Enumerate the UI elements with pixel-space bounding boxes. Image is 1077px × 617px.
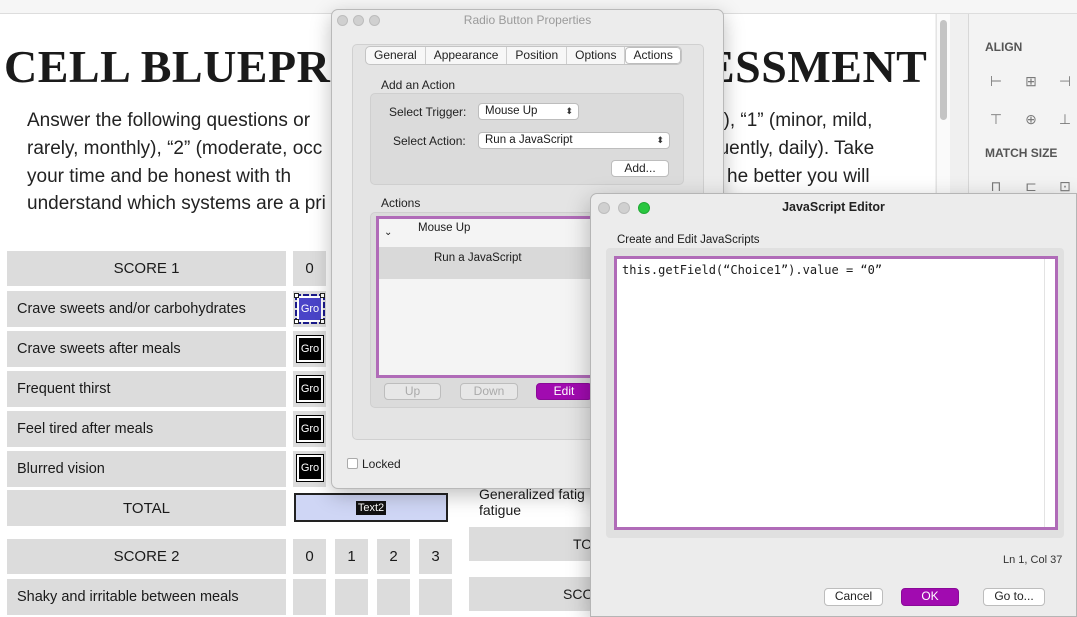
tab-actions[interactable]: Actions [625, 47, 681, 64]
radio-field-3[interactable]: Gro [296, 375, 324, 403]
action-label: Select Action: [393, 134, 466, 148]
scrollbar-thumb[interactable] [940, 20, 947, 120]
locked-checkbox[interactable] [347, 458, 358, 469]
radio-field-4[interactable]: Gro [296, 415, 324, 443]
radio-cell-6b [335, 579, 368, 615]
radio-cell-6c [377, 579, 410, 615]
updown-chevron-icon: ⬍ [565, 106, 573, 116]
total-label: TOTAL [7, 490, 286, 526]
total-text-field[interactable]: Text2 [294, 493, 448, 522]
move-down-button[interactable]: Down [460, 383, 518, 400]
intro-right-1: s), “1” (minor, mild, [714, 110, 873, 131]
resize-handle[interactable] [294, 319, 299, 324]
match-size-heading: MATCH SIZE [985, 146, 1058, 160]
resize-handle[interactable] [320, 293, 325, 298]
minimize-window-icon[interactable] [618, 202, 630, 214]
close-window-icon[interactable] [598, 202, 610, 214]
score2-col-1: 1 [335, 539, 368, 574]
tree-action-row[interactable]: Run a JavaScript [379, 247, 593, 279]
tab-appearance[interactable]: Appearance [426, 47, 508, 64]
page-title: CELL BLUEPRIN ESSMENT [4, 40, 927, 93]
score2-header: SCORE 2 [7, 539, 286, 574]
question-row-5: Blurred vision [7, 451, 286, 487]
intro-line-4: understand which systems are a pri [27, 193, 326, 214]
move-up-button[interactable]: Up [384, 383, 441, 400]
align-center-h-icon[interactable]: ⊞ [1021, 71, 1041, 91]
javascript-editor-dialog: JavaScript Editor Create and Edit JavaSc… [590, 193, 1077, 617]
js-editor-title: JavaScript Editor [782, 200, 885, 214]
intro-line-2: rarely, monthly), “2” (moderate, occ [27, 138, 323, 159]
title-right: ESSMENT [704, 41, 928, 92]
disclosure-chevron-icon[interactable]: ⌄ [384, 227, 392, 238]
question-row-2: Crave sweets after meals [7, 331, 286, 367]
action-select[interactable]: Run a JavaScript ⬍ [478, 132, 670, 149]
edit-action-button[interactable]: Edit [536, 383, 592, 400]
align-bottom-icon[interactable]: ⊥ [1055, 109, 1075, 129]
tree-trigger-mouse-up[interactable]: Mouse Up [418, 222, 470, 234]
title-left: CELL BLUEPRIN [4, 41, 383, 92]
score-label-right: SCO [469, 577, 594, 611]
tab-position[interactable]: Position [507, 47, 568, 64]
question-row-6: Shaky and irritable between meals [7, 579, 286, 615]
locked-label: Locked [362, 457, 401, 471]
align-top-icon[interactable]: ⊤ [986, 109, 1006, 129]
editor-margin-line [1044, 259, 1045, 527]
radio-field-2[interactable]: Gro [296, 335, 324, 363]
actions-heading: Actions [381, 196, 421, 210]
question-row-1: Crave sweets and/or carbohydrates [7, 291, 286, 327]
align-heading: ALIGN [985, 40, 1023, 54]
minimize-window-icon[interactable] [353, 15, 364, 26]
question-row-3: Frequent thirst [7, 371, 286, 407]
zoom-window-icon[interactable] [369, 15, 380, 26]
radio-field-5[interactable]: Gro [296, 454, 324, 482]
intro-line-1: Answer the following questions or [27, 110, 311, 131]
add-action-button[interactable]: Add... [611, 160, 669, 177]
go-to-button[interactable]: Go to... [983, 588, 1045, 606]
intro-right-3: he better you will [727, 166, 870, 187]
intro-right-2: quently, daily). Take [708, 138, 875, 159]
tab-bar: General Appearance Position Options Acti… [365, 46, 682, 65]
tree-action-run-javascript: Run a JavaScript [434, 252, 522, 264]
close-window-icon[interactable] [337, 15, 348, 26]
updown-chevron-icon: ⬍ [656, 135, 664, 145]
score1-header: SCORE 1 [7, 251, 286, 286]
align-left-icon[interactable]: ⊢ [986, 71, 1006, 91]
code-line-1: this.getField(“Choice1”).value = “0” [622, 263, 883, 277]
align-right-icon[interactable]: ⊣ [1055, 71, 1075, 91]
dialog-title: Radio Button Properties [463, 13, 592, 27]
ok-button[interactable]: OK [901, 588, 959, 606]
actions-tree[interactable]: ⌄ Mouse Up Run a JavaScript [376, 216, 596, 378]
trigger-label: Select Trigger: [389, 105, 467, 119]
score2-col-0: 0 [293, 539, 326, 574]
radio-cell-6d [419, 579, 452, 615]
zoom-window-icon[interactable] [638, 202, 650, 214]
question-row-4: Feel tired after meals [7, 411, 286, 447]
score2-col-3: 3 [419, 539, 452, 574]
score2-col-2: 2 [377, 539, 410, 574]
cursor-position: Ln 1, Col 37 [1003, 554, 1063, 566]
intro-line-3: your time and be honest with th [27, 166, 292, 187]
total-label-right: TO [469, 527, 594, 561]
resize-handle[interactable] [294, 293, 299, 298]
score1-col-0: 0 [293, 251, 326, 286]
add-action-heading: Add an Action [381, 78, 456, 92]
trigger-select[interactable]: Mouse Up ⬍ [478, 103, 579, 120]
js-editor-subtitle: Create and Edit JavaScripts [617, 234, 760, 246]
cancel-button[interactable]: Cancel [824, 588, 883, 606]
align-center-v-icon[interactable]: ⊕ [1021, 109, 1041, 129]
tab-options[interactable]: Options [567, 47, 626, 64]
tab-general[interactable]: General [366, 47, 426, 64]
javascript-code-editor[interactable]: this.getField(“Choice1”).value = “0” [614, 256, 1058, 530]
radio-cell-6a [293, 579, 326, 615]
resize-handle[interactable] [320, 319, 325, 324]
